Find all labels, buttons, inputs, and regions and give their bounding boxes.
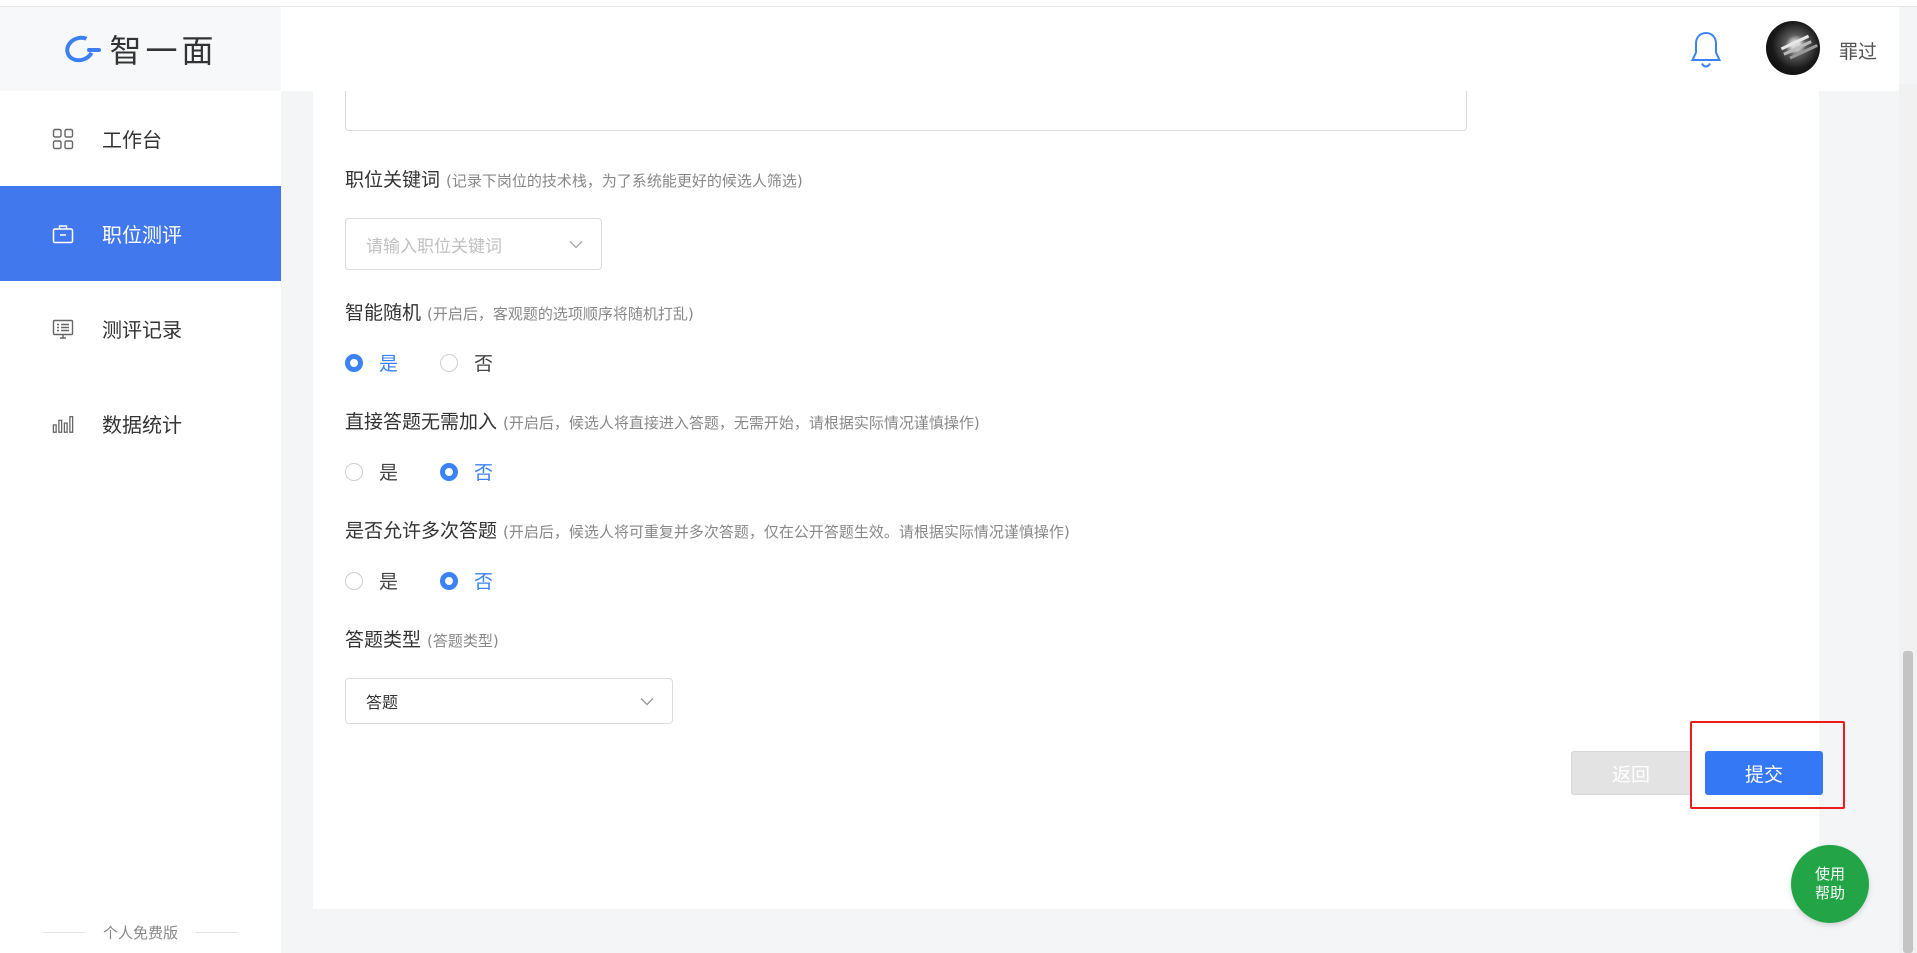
back-button[interactable]: 返回	[1571, 751, 1691, 795]
radio-label: 否	[474, 571, 494, 593]
radio-dot	[440, 571, 459, 590]
field-title: 是否允许多次答题	[345, 520, 498, 542]
plan-label: 个人免费版	[0, 922, 281, 943]
random-label: 智能随机 (开启后，客观题的选项顺序将随机打乱)	[345, 298, 694, 325]
keyword-select[interactable]: 请输入职位关键词	[345, 218, 602, 270]
multiple-no-radio[interactable]: 否	[440, 567, 493, 594]
field-hint: (答题类型)	[427, 632, 499, 650]
sidebar-item-label: 工作台	[102, 128, 162, 152]
sidebar-item-label: 测评记录	[102, 318, 182, 342]
form-card: 职位关键词 (记录下岗位的技术栈，为了系统能更好的候选人筛选) 请输入职位关键词 …	[313, 91, 1823, 909]
sidebar-item-label: 数据统计	[102, 413, 182, 437]
answer-type-label: 答题类型 (答题类型)	[345, 625, 499, 652]
field-hint: (记录下岗位的技术栈，为了系统能更好的候选人筛选)	[446, 172, 803, 190]
divider	[196, 932, 238, 933]
chevron-down-icon	[638, 692, 656, 710]
top-header: 罪过	[281, 7, 1899, 91]
random-no-radio[interactable]: 否	[440, 349, 493, 376]
random-radio-group: 是 否	[345, 349, 535, 376]
sidebar-item-job-assessment[interactable]: 职位测评	[0, 186, 281, 281]
sidebar-item-assessment-records[interactable]: 测评记录	[0, 281, 281, 376]
previous-field-input[interactable]	[345, 91, 1467, 131]
plan-text: 个人免费版	[102, 924, 178, 942]
divider	[42, 932, 85, 933]
direct-answer-radio-group: 是 否	[345, 458, 535, 485]
field-hint: (开启后，候选人将直接进入答题，无需开始，请根据实际情况谨慎操作)	[503, 414, 980, 432]
field-title: 智能随机	[345, 302, 422, 324]
field-title: 职位关键词	[345, 169, 441, 191]
keyword-placeholder: 请输入职位关键词	[366, 236, 502, 257]
multiple-attempts-label: 是否允许多次答题 (开启后，候选人将可重复并多次答题，仅在公开答题生效。请根据实际…	[345, 516, 1070, 543]
radio-label: 否	[474, 462, 494, 484]
logo-text: 智一面	[109, 32, 218, 70]
radio-dot	[345, 571, 363, 590]
chevron-down-icon	[567, 235, 585, 253]
app-logo[interactable]: 智一面	[0, 7, 281, 91]
sidebar-item-workbench[interactable]: 工作台	[0, 91, 281, 186]
submit-button[interactable]: 提交	[1705, 751, 1823, 795]
radio-label: 是	[379, 462, 399, 484]
radio-label: 是	[379, 353, 399, 375]
radio-dot	[440, 462, 459, 481]
logo-mark-icon	[61, 31, 103, 67]
page-scrollbar[interactable]	[1899, 84, 1917, 953]
help-button[interactable]: 使用 帮助	[1791, 845, 1869, 923]
direct-no-radio[interactable]: 否	[440, 458, 493, 485]
field-title: 答题类型	[345, 629, 422, 651]
field-title: 直接答题无需加入	[345, 411, 498, 433]
answer-type-value: 答题	[366, 693, 399, 712]
sidebar-item-label: 职位测评	[102, 223, 182, 247]
user-avatar[interactable]	[1766, 21, 1820, 75]
bell-icon[interactable]	[1688, 29, 1724, 69]
direct-answer-label: 直接答题无需加入 (开启后，候选人将直接进入答题，无需开始，请根据实际情况谨慎操作…	[345, 407, 980, 434]
grid-icon	[52, 128, 74, 150]
answer-type-select[interactable]: 答题	[345, 678, 673, 724]
username[interactable]: 罪过	[1839, 37, 1877, 64]
browser-top-strip	[0, 0, 1917, 7]
field-hint: (开启后，客观题的选项顺序将随机打乱)	[427, 305, 694, 323]
radio-dot	[345, 353, 363, 372]
multiple-attempts-radio-group: 是 否	[345, 567, 535, 594]
direct-yes-radio[interactable]: 是	[345, 458, 398, 485]
radio-dot	[440, 353, 459, 372]
radio-label: 是	[379, 571, 399, 593]
sidebar-item-data-statistics[interactable]: 数据统计	[0, 376, 281, 471]
multiple-yes-radio[interactable]: 是	[345, 567, 398, 594]
radio-dot	[345, 462, 363, 481]
radio-label: 否	[474, 353, 494, 375]
help-line-1: 使用	[1814, 865, 1845, 883]
field-hint: (开启后，候选人将可重复并多次答题，仅在公开答题生效。请根据实际情况谨慎操作)	[503, 523, 1070, 541]
keyword-label: 职位关键词 (记录下岗位的技术栈，为了系统能更好的候选人筛选)	[345, 165, 803, 192]
sidebar: 智一面 工作台 职位测评 测评记录 数据统计 个人免费版	[0, 7, 281, 953]
help-line-2: 帮助	[1814, 884, 1845, 902]
scrollbar-thumb[interactable]	[1903, 651, 1913, 953]
random-yes-radio[interactable]: 是	[345, 349, 398, 376]
record-list-icon	[52, 318, 74, 340]
briefcase-icon	[52, 223, 74, 245]
bar-chart-icon	[52, 413, 74, 435]
